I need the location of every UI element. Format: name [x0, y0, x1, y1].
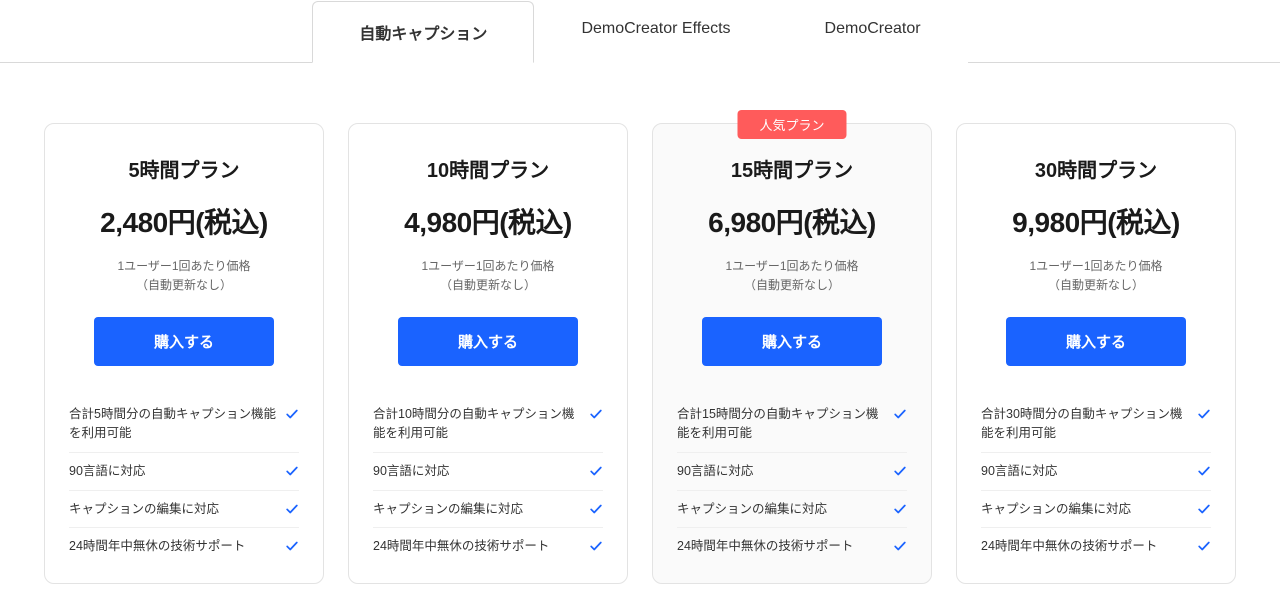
- feature-text: 24時間年中無休の技術サポート: [69, 537, 277, 556]
- tab-democreator-effects[interactable]: DemoCreator Effects: [534, 1, 777, 63]
- tab-auto-caption[interactable]: 自動キャプション: [312, 1, 534, 63]
- check-icon: [285, 407, 299, 421]
- plan-subtext: 1ユーザー1回あたり価格（自動更新なし）: [373, 257, 603, 295]
- plan-price: 9,980円(税込): [981, 201, 1211, 241]
- feature-list: 合計30時間分の自動キャプション機能を利用可能 90言語に対応キャプションの編集に…: [981, 396, 1211, 565]
- feature-item: 合計5時間分の自動キャプション機能を利用可能: [69, 396, 299, 453]
- check-icon: [893, 464, 907, 478]
- plan-title: 10時間プラン: [373, 154, 603, 183]
- plan-card: 10時間プラン 4,980円(税込) 1ユーザー1回あたり価格（自動更新なし） 購入す…: [348, 123, 628, 584]
- feature-text: キャプションの編集に対応: [677, 500, 885, 519]
- buy-button[interactable]: 購入する: [1006, 317, 1186, 366]
- feature-item: 24時間年中無休の技術サポート: [373, 528, 603, 565]
- check-icon: [285, 539, 299, 553]
- feature-item: 90言語に対応: [69, 453, 299, 491]
- feature-text: 合計30時間分の自動キャプション機能を利用可能: [981, 405, 1189, 443]
- check-icon: [1197, 502, 1211, 516]
- plan-card: 人気プラン15時間プラン6,980円(税込)1ユーザー1回あたり価格（自動更新な…: [652, 123, 932, 584]
- plan-subtext: 1ユーザー1回あたり価格（自動更新なし）: [69, 257, 299, 295]
- buy-button[interactable]: 購入する: [398, 317, 578, 366]
- feature-list: 合計5時間分の自動キャプション機能を利用可能 90言語に対応キャプションの編集に対…: [69, 396, 299, 565]
- popular-badge: 人気プラン: [737, 110, 846, 139]
- check-icon: [589, 407, 603, 421]
- feature-text: 合計15時間分の自動キャプション機能を利用可能: [677, 405, 885, 443]
- feature-item: 24時間年中無休の技術サポート: [677, 528, 907, 565]
- feature-text: 90言語に対応: [69, 462, 277, 481]
- feature-item: 24時間年中無休の技術サポート: [981, 528, 1211, 565]
- check-icon: [893, 407, 907, 421]
- tab-democreator[interactable]: DemoCreator: [778, 1, 968, 63]
- check-icon: [589, 539, 603, 553]
- feature-item: 合計10時間分の自動キャプション機能を利用可能: [373, 396, 603, 453]
- feature-text: 24時間年中無休の技術サポート: [981, 537, 1189, 556]
- check-icon: [1197, 407, 1211, 421]
- check-icon: [893, 539, 907, 553]
- feature-list: 合計15時間分の自動キャプション機能を利用可能 90言語に対応キャプションの編集に…: [677, 396, 907, 565]
- plan-subtext: 1ユーザー1回あたり価格（自動更新なし）: [981, 257, 1211, 295]
- check-icon: [893, 502, 907, 516]
- plan-title: 30時間プラン: [981, 154, 1211, 183]
- check-icon: [285, 502, 299, 516]
- feature-text: キャプションの編集に対応: [69, 500, 277, 519]
- feature-item: 90言語に対応: [981, 453, 1211, 491]
- feature-text: 90言語に対応: [981, 462, 1189, 481]
- feature-text: 90言語に対応: [373, 462, 581, 481]
- feature-text: キャプションの編集に対応: [373, 500, 581, 519]
- tabs-nav: 自動キャプション DemoCreator Effects DemoCreator: [0, 0, 1280, 63]
- check-icon: [589, 464, 603, 478]
- plan-card: 5時間プラン 2,480円(税込) 1ユーザー1回あたり価格（自動更新なし） 購入する…: [44, 123, 324, 584]
- plan-title: 5時間プラン: [69, 154, 299, 183]
- plan-price: 4,980円(税込): [373, 201, 603, 241]
- plan-subtext: 1ユーザー1回あたり価格（自動更新なし）: [677, 257, 907, 295]
- feature-item: 合計30時間分の自動キャプション機能を利用可能: [981, 396, 1211, 453]
- feature-list: 合計10時間分の自動キャプション機能を利用可能 90言語に対応キャプションの編集に…: [373, 396, 603, 565]
- feature-text: 24時間年中無休の技術サポート: [373, 537, 581, 556]
- feature-text: キャプションの編集に対応: [981, 500, 1189, 519]
- feature-item: 24時間年中無休の技術サポート: [69, 528, 299, 565]
- buy-button[interactable]: 購入する: [702, 317, 882, 366]
- feature-item: 合計15時間分の自動キャプション機能を利用可能: [677, 396, 907, 453]
- feature-text: 合計5時間分の自動キャプション機能を利用可能: [69, 405, 277, 443]
- plan-price: 2,480円(税込): [69, 201, 299, 241]
- check-icon: [285, 464, 299, 478]
- feature-item: キャプションの編集に対応: [69, 491, 299, 529]
- plan-price: 6,980円(税込): [677, 201, 907, 241]
- feature-text: 24時間年中無休の技術サポート: [677, 537, 885, 556]
- plan-card: 30時間プラン 9,980円(税込) 1ユーザー1回あたり価格（自動更新なし） 購入す…: [956, 123, 1236, 584]
- pricing-plans: 5時間プラン 2,480円(税込) 1ユーザー1回あたり価格（自動更新なし） 購入する…: [0, 63, 1280, 604]
- feature-text: 合計10時間分の自動キャプション機能を利用可能: [373, 405, 581, 443]
- plan-title: 15時間プラン: [677, 154, 907, 183]
- buy-button[interactable]: 購入する: [94, 317, 274, 366]
- feature-item: 90言語に対応: [677, 453, 907, 491]
- feature-item: 90言語に対応: [373, 453, 603, 491]
- feature-item: キャプションの編集に対応: [677, 491, 907, 529]
- feature-item: キャプションの編集に対応: [373, 491, 603, 529]
- check-icon: [589, 502, 603, 516]
- feature-item: キャプションの編集に対応: [981, 491, 1211, 529]
- feature-text: 90言語に対応: [677, 462, 885, 481]
- check-icon: [1197, 464, 1211, 478]
- check-icon: [1197, 539, 1211, 553]
